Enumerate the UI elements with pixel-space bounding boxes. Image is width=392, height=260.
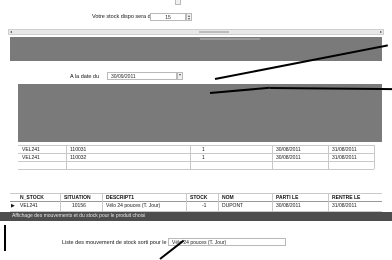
cell-num: 110031 [70,147,87,153]
scroll-right-icon[interactable]: ▸ [380,29,382,34]
panel-dots [200,38,260,40]
cell-qty: 1 [202,147,205,153]
date-dropdown[interactable]: ▾ [177,72,183,80]
scroll-thumb[interactable] [199,31,229,33]
cell-num: 110032 [70,155,87,161]
tooltip-text: Affichage des mouvements et du stock pou… [12,213,146,219]
chevron-down-icon: ▾ [178,72,181,77]
cell-rentre: 31/08/2011 [332,203,357,209]
cell-parti: 30/08/2011 [276,203,301,209]
cell-date1: 30/08/2011 [276,155,301,161]
row-pointer-icon: ▶ [11,203,15,209]
spin-down-icon: ▾ [187,16,190,21]
cell-code: VEL241 [22,147,40,153]
col-header-parti[interactable]: PARTI LE [276,195,298,201]
scroll-left-icon[interactable]: ◂ [10,29,12,34]
col-header-n-stock[interactable]: N_STOCK [20,195,44,201]
footer-list-label: Liste des mouvement de stock sorti pour … [62,240,167,246]
date-label: A la date du [70,74,100,80]
cell-n-stock: VEL241 [20,203,38,209]
horizontal-scrollbar[interactable]: ◂ ▸ [8,29,384,35]
cell-date2: 31/08/2011 [332,155,357,161]
cell-date1: 30/08/2011 [276,147,301,153]
col-header-nom[interactable]: NOM [222,195,234,201]
col-header-situation[interactable]: SITUATION [64,195,91,201]
gray-panel-middle [18,84,382,142]
top-spinner[interactable] [175,0,181,5]
cell-situation: 10156 [72,203,86,209]
stock-dispo-label: Votre stock dispo sera de [92,14,154,20]
cell-stock: -1 [202,203,207,209]
left-edge-mark [4,225,6,251]
col-header-descript[interactable]: DESCRIPT1 [106,195,134,201]
upper-table: VEL241 110031 1 30/08/2011 31/08/2011 VE… [10,143,382,183]
stock-dispo-field[interactable]: 15 [150,13,186,21]
cell-descript: Vélo 24 pouces (T. Jour) [106,203,161,209]
cell-nom: DUPONT [222,203,244,209]
col-header-stock[interactable]: STOCK [190,195,207,201]
footer-list-field[interactable]: Vélo 24 pouces (T. Jour) [168,238,286,246]
date-field[interactable]: 30/09/2011 [107,72,177,80]
cell-code: VEL241 [22,155,40,161]
status-tooltip-bar: Affichage des mouvements et du stock pou… [0,212,392,221]
stock-dispo-spinner[interactable]: ▴ ▾ [186,13,192,21]
cell-qty: 1 [202,155,205,161]
cell-date2: 31/08/2011 [332,147,357,153]
col-header-rentre[interactable]: RENTRE LE [332,195,360,201]
top-cut-label [96,0,156,3]
